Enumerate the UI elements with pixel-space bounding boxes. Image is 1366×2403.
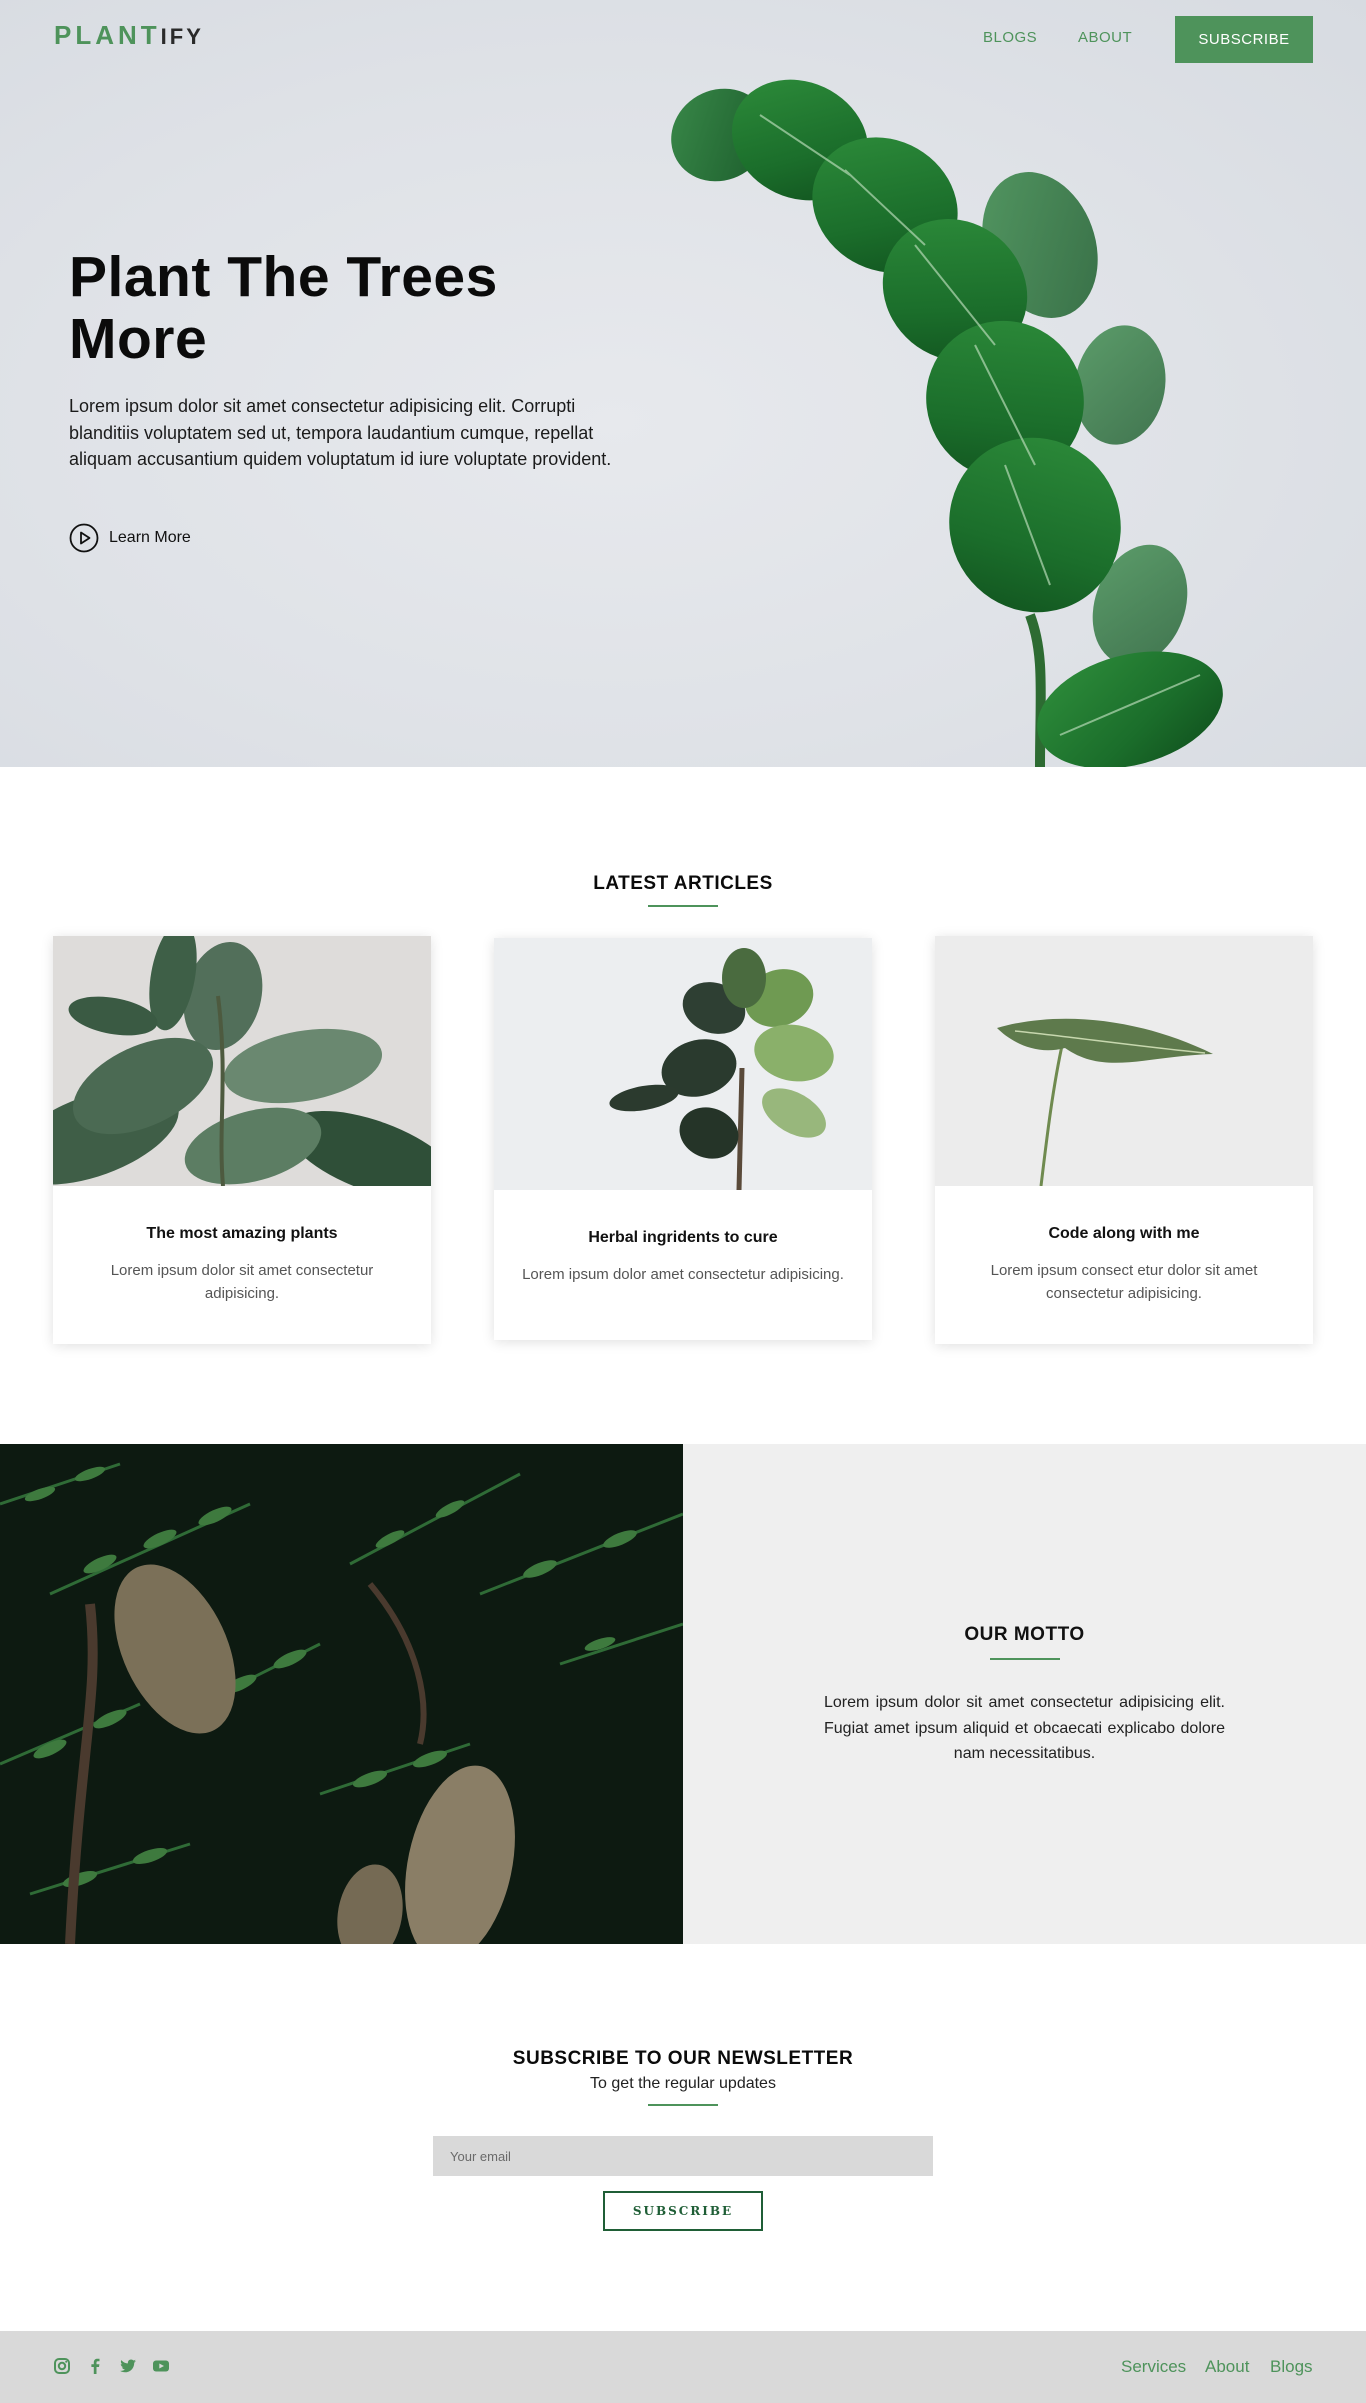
newsletter-heading: SUBSCRIBE TO OUR NEWSLETTER: [512, 2048, 854, 2069]
article-title[interactable]: Herbal ingridents to cure: [494, 1229, 872, 1247]
article-title[interactable]: Code along with me: [935, 1225, 1313, 1243]
article-image-rubber-plant: [53, 936, 431, 1186]
motto-image-tamarind: [0, 1444, 683, 1944]
article-image-fiddle-leaf: [494, 938, 872, 1190]
motto-text: Lorem ipsum dolor sit amet consectetur a…: [824, 1694, 1225, 1762]
articles-heading: LATEST ARTICLES: [593, 873, 773, 894]
motto-panel: OUR MOTTO Lorem ipsum dolor sit amet con…: [683, 1444, 1366, 1944]
nav-link-about[interactable]: ABOUT: [1078, 29, 1132, 46]
learn-more-label: Learn More: [109, 529, 191, 546]
newsletter-heading-underline: [648, 2104, 718, 2106]
footer-link-about[interactable]: About: [1205, 2357, 1249, 2377]
articles-heading-underline: [648, 905, 718, 907]
footer-link-blogs[interactable]: Blogs: [1270, 2357, 1313, 2377]
nav-link-blogs[interactable]: BLOGS: [983, 29, 1037, 46]
article-description: Lorem ipsum consect etur dolor sit amet …: [990, 1262, 1258, 1302]
article-card[interactable]: Herbal ingridents to cure Lorem ipsum do…: [494, 938, 872, 1340]
instagram-icon[interactable]: [53, 2357, 71, 2375]
facebook-icon[interactable]: [86, 2357, 104, 2375]
hero-title: Plant The Trees More: [69, 245, 498, 371]
play-circle-icon: [69, 523, 99, 553]
newsletter-subheading: To get the regular updates: [590, 2075, 776, 2092]
hero-section: PLANTIFY BLOGS ABOUT SUBSCRIBE Plant The…: [0, 0, 1366, 767]
article-description: Lorem ipsum dolor sit amet consectetur a…: [110, 1262, 374, 1302]
hero-description: Lorem ipsum dolor sit amet consectetur a…: [69, 396, 612, 469]
motto-heading-underline: [990, 1658, 1060, 1660]
article-image-single-leaf: [935, 936, 1313, 1186]
email-field[interactable]: [433, 2136, 933, 2176]
footer-link-services[interactable]: Services: [1121, 2357, 1186, 2377]
learn-more-link[interactable]: Learn More: [69, 522, 191, 554]
footer: Services About Blogs: [0, 2331, 1366, 2403]
motto-heading: OUR MOTTO: [964, 1624, 1085, 1645]
subscribe-button[interactable]: SUBSCRIBE: [1175, 16, 1313, 63]
hero-plant-image: [671, 79, 1223, 767]
twitter-icon[interactable]: [119, 2357, 137, 2375]
youtube-icon[interactable]: [152, 2357, 170, 2375]
newsletter-subscribe-button[interactable]: SUBSCRIBE: [603, 2191, 763, 2231]
logo[interactable]: PLANTIFY: [54, 20, 204, 51]
article-card[interactable]: The most amazing plants Lorem ipsum dolo…: [53, 936, 431, 1344]
article-card[interactable]: Code along with me Lorem ipsum consect e…: [935, 936, 1313, 1344]
article-description: Lorem ipsum dolor amet consectetur adipi…: [522, 1266, 844, 1283]
article-title[interactable]: The most amazing plants: [53, 1225, 431, 1243]
